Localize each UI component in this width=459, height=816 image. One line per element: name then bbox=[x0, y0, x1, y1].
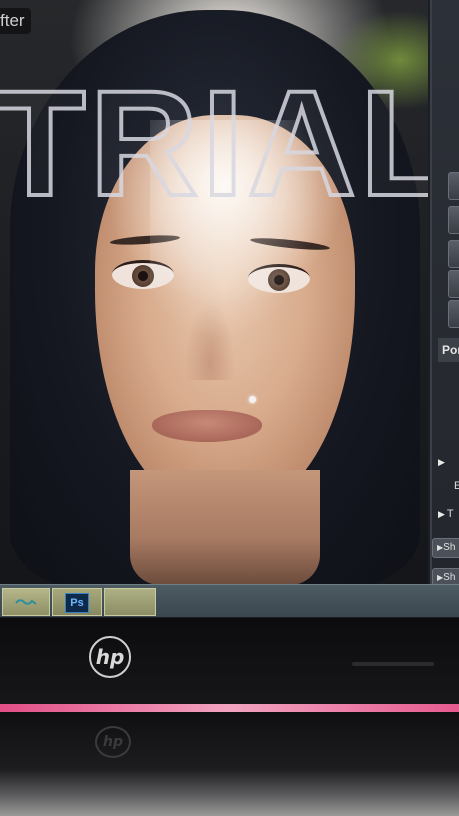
portrait-lips bbox=[152, 410, 262, 442]
panel-button-5[interactable] bbox=[448, 300, 459, 328]
panel-button-3[interactable] bbox=[448, 240, 459, 268]
laptop-lower-body bbox=[0, 712, 459, 816]
panel-row-2: E bbox=[438, 480, 459, 498]
panel-row-1[interactable]: ▶ bbox=[438, 456, 459, 474]
photoshop-icon: Ps bbox=[65, 593, 89, 613]
monitor-screen: TRIAL fter Por ▶ E ▶T ▶Sh ▶Sh bbox=[0, 0, 459, 618]
taskbar: Ps bbox=[0, 584, 459, 617]
panel-row-3[interactable]: ▶ T bbox=[438, 508, 459, 526]
expand-arrow-icon: ▶ bbox=[438, 509, 445, 519]
taskbar-item-3[interactable] bbox=[104, 588, 156, 616]
hp-logo: hp bbox=[89, 636, 131, 678]
show-button-1[interactable]: ▶Sh bbox=[432, 538, 459, 558]
lip-piercing bbox=[249, 396, 256, 403]
speaker-slot bbox=[352, 662, 434, 666]
photo-canvas[interactable]: TRIAL fter bbox=[0, 0, 428, 584]
panel-button-2[interactable] bbox=[448, 206, 459, 234]
taskbar-item-1[interactable] bbox=[2, 588, 50, 616]
show-button-label: Sh bbox=[443, 572, 456, 583]
panel-tab-portrait[interactable]: Por bbox=[438, 338, 459, 362]
portrait-neck bbox=[130, 470, 320, 584]
taskbar-item-photoshop[interactable]: Ps bbox=[52, 588, 102, 616]
trial-watermark: TRIAL bbox=[0, 59, 428, 227]
right-side-panel: Por ▶ E ▶T ▶Sh ▶Sh bbox=[430, 0, 459, 588]
show-button-label: Sh bbox=[443, 542, 456, 553]
after-view-label: fter bbox=[0, 8, 31, 34]
panel-row-label: E bbox=[454, 480, 459, 492]
panel-button-1[interactable] bbox=[448, 172, 459, 200]
panel-button-4[interactable] bbox=[448, 270, 459, 298]
expand-arrow-icon: ▶ bbox=[438, 457, 445, 467]
wave-icon bbox=[15, 599, 37, 605]
panel-row-label: T bbox=[446, 508, 454, 520]
hp-logo-reflection: hp bbox=[95, 726, 131, 758]
pink-light-strip bbox=[0, 704, 459, 712]
